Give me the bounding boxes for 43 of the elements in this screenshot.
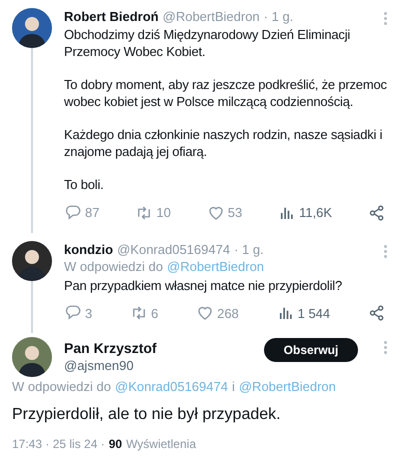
reply-count: 3 bbox=[85, 304, 92, 322]
retweet-count: 10 bbox=[156, 204, 171, 222]
mention-link[interactable]: @RobertBiedron bbox=[167, 258, 264, 276]
post-text: Przypierdolił, ale to nie był przypadek. bbox=[12, 405, 282, 425]
author-handle[interactable]: @RobertBiedron bbox=[162, 8, 260, 25]
reply-joiner: i bbox=[232, 378, 235, 395]
post-text: Każdego dnia członkinie naszych rodzin, nasze sąsiadki i znajome padają jej ofiarą. bbox=[64, 126, 384, 160]
heart-icon[interactable] bbox=[196, 304, 214, 322]
more-icon[interactable] bbox=[384, 341, 388, 354]
reply-label: W odpowiedzi do bbox=[12, 378, 111, 395]
more-icon[interactable] bbox=[384, 12, 388, 25]
author-name[interactable]: Pan Krzysztof bbox=[64, 339, 252, 357]
author-name[interactable]: Robert Biedroń bbox=[64, 8, 159, 25]
avatar[interactable] bbox=[12, 8, 52, 48]
author-handle[interactable]: @Konrad05169474 bbox=[117, 240, 230, 258]
like-count: 53 bbox=[228, 204, 242, 222]
share-icon[interactable] bbox=[368, 204, 386, 222]
avatar[interactable] bbox=[12, 240, 52, 280]
mention-link[interactable]: @RobertBiedron bbox=[238, 378, 336, 395]
speech-bubble-icon[interactable] bbox=[64, 204, 82, 222]
mention-link[interactable]: @Konrad05169474 bbox=[115, 378, 228, 395]
share-icon[interactable] bbox=[368, 304, 386, 322]
avatar[interactable] bbox=[12, 337, 52, 377]
author-handle[interactable]: @ajsmen90 bbox=[64, 357, 252, 374]
post-time[interactable]: · 1 g. bbox=[234, 240, 264, 258]
post-text: To boli. bbox=[64, 176, 105, 193]
post-text: Obchodzimy dziś Międzynarodowy Dzień Eliminacji Przemocy Wobec Kobiet. bbox=[64, 26, 352, 60]
views-label: Wyświetlenia bbox=[126, 436, 196, 453]
view-count: 90 bbox=[108, 436, 122, 453]
speech-bubble-icon[interactable] bbox=[64, 304, 82, 322]
more-icon[interactable] bbox=[384, 244, 388, 258]
follow-button[interactable]: Obserwuj bbox=[264, 338, 358, 362]
post-text: Pan przypadkiem własnej matce nie przypierdolil? bbox=[64, 276, 343, 294]
post-text: To dobry moment, aby raz jeszcze podkreślić, że przemoc wobec kobiet jest w Polsce milczącą codziennością. bbox=[64, 76, 388, 110]
post-time[interactable]: · 1 g. bbox=[264, 8, 294, 25]
views-count: 11,6K bbox=[299, 204, 332, 222]
reply-count: 87 bbox=[85, 204, 100, 222]
post-timestamp: 17:43 · 25 lis 24 · bbox=[12, 436, 105, 453]
author-name[interactable]: kondzio bbox=[64, 240, 114, 258]
like-count: 268 bbox=[217, 304, 239, 322]
views-count: 1 544 bbox=[298, 304, 330, 322]
retweet-count: 6 bbox=[151, 304, 158, 322]
reply-label: W odpowiedzi do bbox=[64, 258, 163, 276]
